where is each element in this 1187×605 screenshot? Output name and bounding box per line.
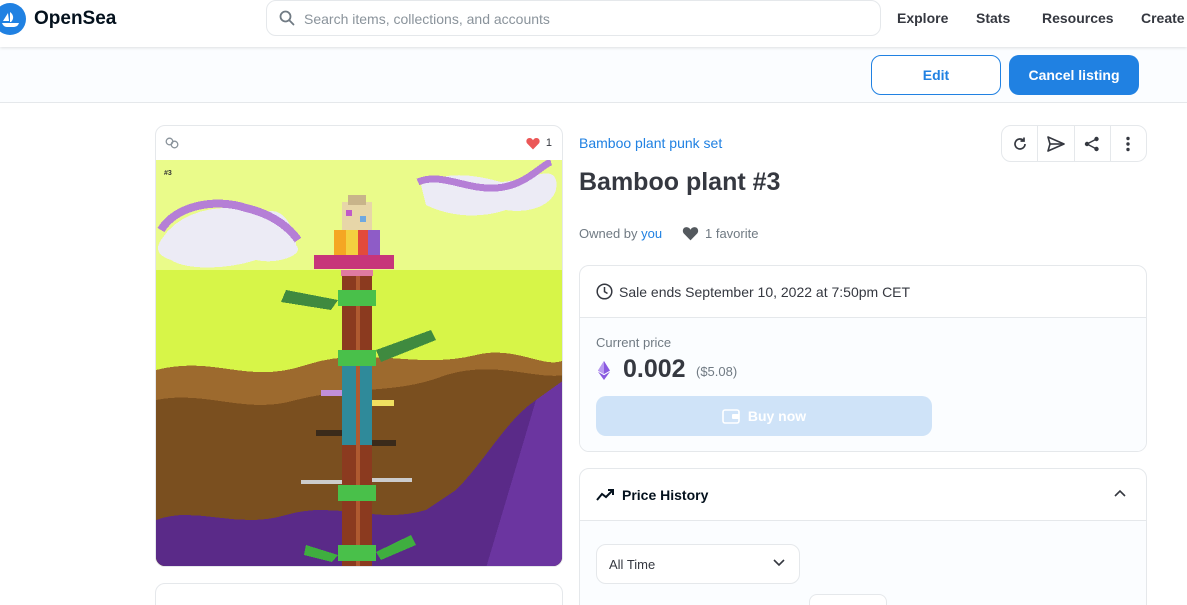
nav-resources[interactable]: Resources bbox=[1042, 10, 1114, 26]
favorites-summary[interactable]: 1 favorite bbox=[682, 226, 758, 241]
chevron-up-icon[interactable] bbox=[1114, 489, 1126, 497]
price-history-title: Price History bbox=[622, 486, 709, 503]
current-price-label: Current price bbox=[596, 335, 672, 350]
send-icon bbox=[1047, 135, 1065, 152]
share-button[interactable] bbox=[1075, 126, 1111, 161]
item-actions-bar bbox=[1001, 125, 1147, 162]
owned-by-label: Owned by bbox=[579, 226, 642, 241]
nav-create[interactable]: Create bbox=[1141, 10, 1185, 26]
chain-icon[interactable] bbox=[165, 137, 179, 149]
refresh-icon bbox=[1013, 137, 1026, 150]
sale-card: Sale ends September 10, 2022 at 7:50pm C… bbox=[579, 265, 1147, 452]
item-image-card: 1 #3 bbox=[155, 125, 563, 567]
owner-action-bar: Edit Cancel listing bbox=[0, 47, 1187, 103]
owned-by: Owned by you bbox=[579, 226, 662, 241]
time-range-value: All Time bbox=[609, 556, 656, 572]
collection-link[interactable]: Bamboo plant punk set bbox=[579, 135, 722, 151]
top-nav: OpenSea Explore Stats Resources Create bbox=[0, 0, 1187, 47]
favorites-text: 1 favorite bbox=[705, 226, 759, 241]
item-title: Bamboo plant #3 bbox=[579, 168, 781, 196]
share-icon bbox=[1084, 136, 1099, 151]
price-history-panel: Price History All Time bbox=[579, 468, 1147, 605]
trend-icon bbox=[596, 488, 614, 501]
sale-end-row: Sale ends September 10, 2022 at 7:50pm C… bbox=[580, 266, 1146, 318]
current-price: 0.002 bbox=[623, 355, 686, 383]
buy-now-label: Buy now bbox=[747, 408, 807, 424]
more-icon bbox=[1126, 136, 1131, 151]
price-section: Current price 0.002 ($5.08) Buy now bbox=[580, 318, 1146, 451]
price-history-header[interactable]: Price History bbox=[580, 469, 1146, 521]
ethereum-icon bbox=[598, 361, 610, 380]
heart-icon bbox=[682, 227, 699, 241]
heart-icon[interactable] bbox=[526, 137, 540, 150]
price-usd: ($5.08) bbox=[696, 364, 738, 379]
search-input[interactable] bbox=[304, 9, 864, 29]
more-options-button[interactable] bbox=[1111, 126, 1146, 161]
edit-button[interactable]: Edit bbox=[871, 55, 1001, 95]
cancel-listing-button[interactable]: Cancel listing bbox=[1009, 55, 1139, 95]
nav-explore[interactable]: Explore bbox=[897, 10, 948, 26]
clock-icon bbox=[596, 283, 613, 300]
search-icon bbox=[279, 10, 295, 26]
transfer-button[interactable] bbox=[1038, 126, 1075, 161]
price-history-body: All Time bbox=[580, 521, 1146, 605]
logo-icon[interactable] bbox=[0, 3, 26, 35]
image-card-header: 1 bbox=[156, 126, 562, 160]
brand-name[interactable]: OpenSea bbox=[34, 8, 116, 30]
refresh-button[interactable] bbox=[1002, 126, 1039, 161]
favorite-count: 1 bbox=[545, 137, 552, 149]
wallet-icon bbox=[722, 408, 740, 424]
owner-link[interactable]: you bbox=[641, 226, 662, 241]
artwork-label: #3 bbox=[164, 170, 172, 177]
sale-end-text: Sale ends September 10, 2022 at 7:50pm C… bbox=[619, 283, 911, 300]
chevron-down-icon bbox=[773, 559, 785, 567]
search-bar[interactable] bbox=[266, 0, 881, 36]
price-stat-box bbox=[809, 594, 887, 605]
nav-stats[interactable]: Stats bbox=[976, 10, 1010, 26]
item-artwork[interactable]: #3 bbox=[156, 160, 563, 567]
time-range-select[interactable]: All Time bbox=[596, 544, 800, 584]
description-card bbox=[155, 583, 563, 605]
buy-now-button[interactable]: Buy now bbox=[596, 396, 932, 436]
